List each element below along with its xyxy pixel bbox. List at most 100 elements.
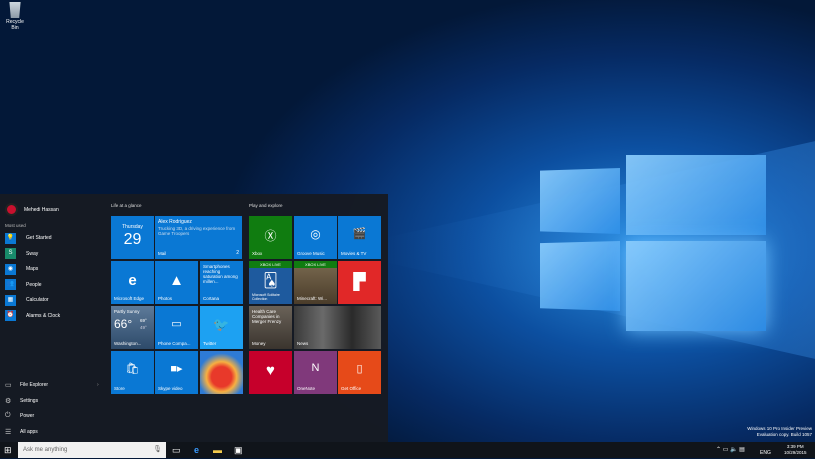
photos-icon: ▲	[169, 272, 184, 289]
weather-high: 69°	[140, 318, 147, 323]
tile-onenote[interactable]: N OneNote	[294, 351, 337, 394]
group-title: Life at a glance	[111, 203, 142, 208]
calendar-day: Thursday	[122, 224, 143, 230]
tile-photos[interactable]: ▲ Photos	[155, 261, 198, 304]
system-item-label: Settings	[20, 397, 39, 404]
gear-icon: ⚙	[5, 397, 12, 405]
tile-news[interactable]: News	[294, 306, 381, 349]
most-used-app[interactable]: 💡 Get Started	[5, 232, 52, 244]
sway-icon: S	[5, 248, 16, 259]
start-system-item[interactable]: ⏻ Power	[5, 412, 34, 420]
user-account[interactable]: Mehedi Hassan	[5, 203, 59, 216]
tile-get-office[interactable]: ▯ Get Office	[338, 351, 381, 394]
chevron-right-icon[interactable]: ›	[97, 382, 99, 388]
tile-xbox[interactable]: Ⓧ Xbox	[249, 216, 292, 259]
onenote-icon: N	[311, 362, 320, 374]
weather-temp: 66°	[114, 317, 133, 331]
system-item-label: Power	[20, 413, 35, 419]
watermark: Windows 10 Pro Insider Preview Evaluation…	[747, 426, 812, 438]
tile-label: Groove Music	[297, 251, 325, 256]
tile-cortana[interactable]: Smartphones reaching saturation among mi…	[200, 261, 243, 304]
weather-condition: Partly Sunny	[114, 309, 140, 314]
avatar	[5, 203, 18, 216]
tile-label: Cortana	[203, 296, 220, 301]
tile-solitaire[interactable]: XBOX LIVE 🂡 Microsoft Solitaire Collection	[249, 261, 292, 304]
tile-label: Store	[114, 386, 125, 391]
edge-icon: e	[128, 272, 137, 289]
most-used-app[interactable]: ◉ Maps	[5, 263, 38, 275]
most-used-app[interactable]: ▦ Calculator	[5, 294, 49, 306]
app-label: Sway	[26, 250, 39, 257]
tile-twitter[interactable]: 🐦 Twitter	[200, 306, 243, 349]
mail-count: 2	[236, 250, 239, 256]
tile-minecraft[interactable]: XBOX LIVE Minecraft: Wi...	[294, 261, 337, 304]
start-system-item[interactable]: ☰ All apps	[5, 428, 38, 436]
tile-movies-tv[interactable]: 🎬 Movies & TV	[338, 216, 381, 259]
cortana-text: Smartphones reaching saturation among mi…	[203, 264, 238, 284]
tile-flipboard[interactable]: ▛	[338, 261, 381, 304]
search-placeholder: Ask me anything	[23, 447, 68, 453]
start-system-item[interactable]: ⚙ Settings	[5, 397, 38, 405]
weather-low: 49°	[140, 325, 147, 330]
store-bag-icon: 🛍	[125, 363, 140, 375]
task-view-icon[interactable]: ▭	[172, 444, 181, 456]
tile-label: Skype video	[158, 386, 183, 391]
tile-skype-video[interactable]: ■▸ Skype video	[155, 351, 198, 394]
most-used-label: Most used	[5, 223, 26, 228]
group-title: Play and explore	[249, 203, 283, 208]
start-system-item[interactable]: ▭ File Explorer ›	[5, 381, 99, 389]
tile-mail[interactable]: Alex Rodriguez Trucking 3D, a driving exp…	[155, 216, 242, 259]
folder-icon: ▭	[5, 382, 12, 389]
tile-label: OneNote	[297, 386, 316, 391]
search-box[interactable]: Ask me anything 🎙	[18, 442, 166, 458]
windows-logo-pane	[540, 168, 620, 234]
office-icon: ▯	[356, 363, 363, 375]
edge-icon[interactable]: e	[194, 444, 199, 456]
list-icon: ☰	[5, 428, 12, 436]
tile-label: Phone Compa...	[158, 341, 191, 346]
tile-calendar[interactable]: Thursday 29	[111, 216, 154, 259]
tile-groove-music[interactable]: ◎ Groove Music	[294, 216, 337, 259]
clock-date: 10/29/2015	[784, 450, 807, 455]
tile-edge[interactable]: e Microsoft Edge	[111, 261, 154, 304]
windows-logo-pane	[540, 241, 620, 311]
microphone-icon[interactable]: 🎙	[153, 442, 162, 458]
xbox-live-banner: XBOX LIVE	[249, 261, 292, 268]
money-headline: Health Care Companies in Merger Frenzy	[252, 309, 282, 324]
tile-money[interactable]: Health Care Companies in Merger Frenzy Mo…	[249, 306, 292, 349]
file-explorer-icon[interactable]: ▬	[213, 444, 222, 456]
most-used-app[interactable]: S Sway	[5, 248, 38, 260]
app-label: Get Started	[26, 235, 52, 241]
recycle-bin-label: Recycle Bin	[6, 19, 24, 31]
start-button[interactable]: ⊞	[4, 444, 12, 456]
mail-sender: Alex Rodriguez	[158, 219, 192, 225]
store-icon[interactable]: ▣	[234, 444, 243, 456]
iheart-icon: ♥	[266, 362, 275, 379]
most-used-app[interactable]: ⏰ Alarms & Clock	[5, 310, 60, 322]
system-tray-icons[interactable]: ⌃ ▭ 🔈 ▤	[716, 444, 745, 456]
recycle-bin-icon[interactable]: Recycle Bin	[2, 2, 28, 31]
calendar-date: 29	[123, 231, 142, 248]
system-item-label: All apps	[20, 428, 38, 435]
phone-icon: ▭	[171, 318, 182, 330]
most-used-app[interactable]: 👥 People	[5, 279, 42, 291]
cards-icon: 🂡	[263, 272, 278, 288]
tile-label: Mail	[158, 251, 167, 256]
tile-iheartradio[interactable]: ♥	[249, 351, 292, 394]
tile-label: Movies & TV	[341, 251, 367, 256]
tile-phone-companion[interactable]: ▭ Phone Compa...	[155, 306, 198, 349]
system-item-label: File Explorer	[20, 382, 49, 388]
people-icon: 👥	[5, 279, 16, 290]
language-indicator[interactable]: ENG	[760, 447, 771, 459]
tile-label: Photos	[158, 296, 173, 301]
tile-store[interactable]: 🛍 Store	[111, 351, 154, 394]
app-label: People	[26, 281, 42, 288]
tile-label: Twitter	[203, 341, 217, 346]
maps-icon: ◉	[5, 263, 16, 275]
calculator-icon: ▦	[5, 294, 16, 306]
clock[interactable]: 3:39 PM 10/29/2015	[784, 444, 807, 456]
alarm-icon: ⏰	[5, 310, 16, 321]
tile-candy-crush[interactable]	[200, 351, 243, 394]
windows-logo-pane	[626, 155, 766, 235]
tile-weather[interactable]: Partly Sunny 66° 69° 49° Washington...	[111, 306, 154, 349]
